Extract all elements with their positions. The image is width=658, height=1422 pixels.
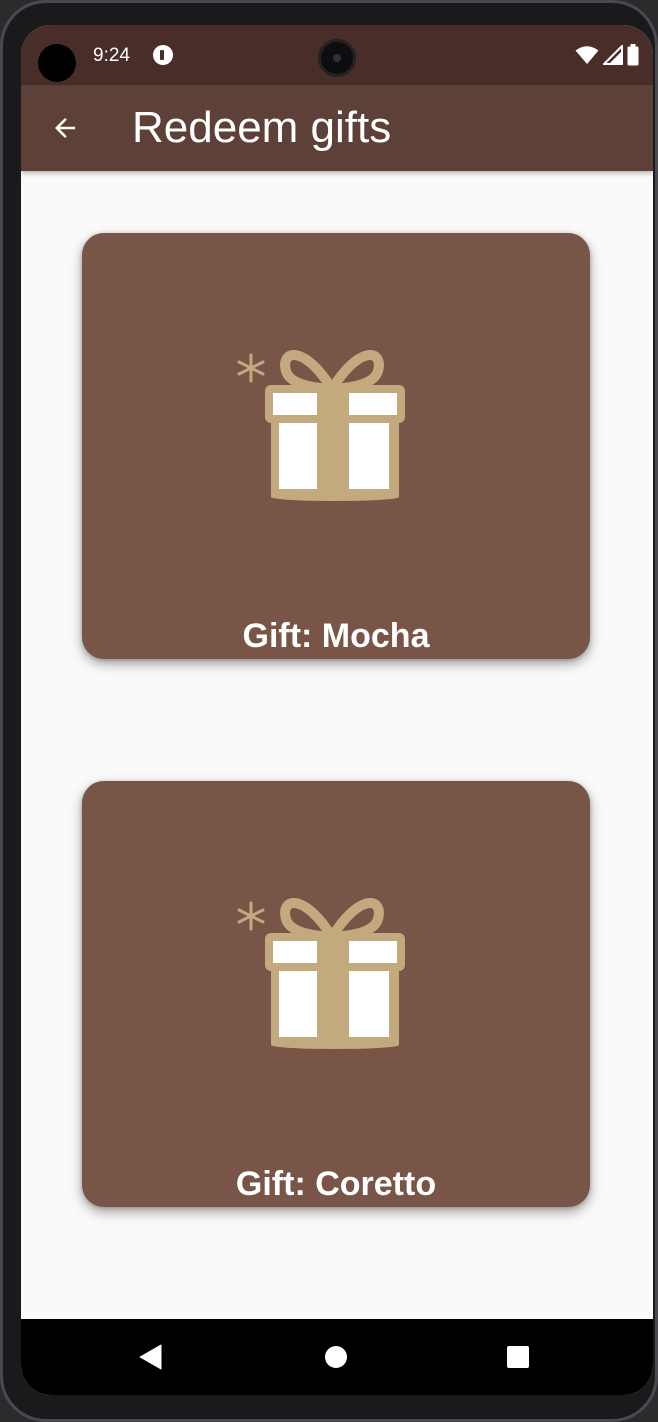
arrow-back-icon (55, 118, 75, 138)
nav-home-icon (325, 1346, 347, 1368)
back-button[interactable] (43, 106, 87, 150)
page-title: Redeem gifts (132, 103, 392, 152)
signal-icon (603, 45, 623, 65)
app-bar: Redeem gifts (21, 85, 653, 171)
nav-back-icon (139, 1344, 162, 1370)
status-bar: 9:24 (21, 25, 653, 85)
gift-box-icon (237, 350, 405, 501)
front-camera (318, 39, 356, 77)
phone-frame: 9:24 Redeem gifts Gift: Mocha Gift: Core… (0, 0, 658, 1422)
system-nav-bar (21, 1319, 653, 1395)
nav-back-button[interactable] (133, 1339, 169, 1375)
app-notification-icon (153, 45, 173, 65)
gift-card-mocha[interactable]: Gift: Mocha (82, 233, 590, 659)
gift-list: Gift: Mocha Gift: Coretto (21, 171, 653, 1319)
gift-card-coretto[interactable]: Gift: Coretto (82, 781, 590, 1207)
battery-icon (627, 44, 639, 66)
gift-label: Gift: Coretto (235, 1165, 437, 1203)
nav-home-button[interactable] (318, 1339, 354, 1375)
phone-screen: 9:24 Redeem gifts Gift: Mocha Gift: Core… (21, 25, 653, 1395)
gift-label: Gift: Mocha (242, 617, 430, 655)
gift-box-icon (237, 898, 405, 1049)
status-icons (575, 43, 639, 67)
wifi-icon (575, 46, 599, 64)
camera-cutout (38, 44, 76, 82)
nav-recents-button[interactable] (500, 1339, 536, 1375)
nav-recents-icon (507, 1346, 529, 1368)
status-time: 9:24 (93, 45, 130, 66)
